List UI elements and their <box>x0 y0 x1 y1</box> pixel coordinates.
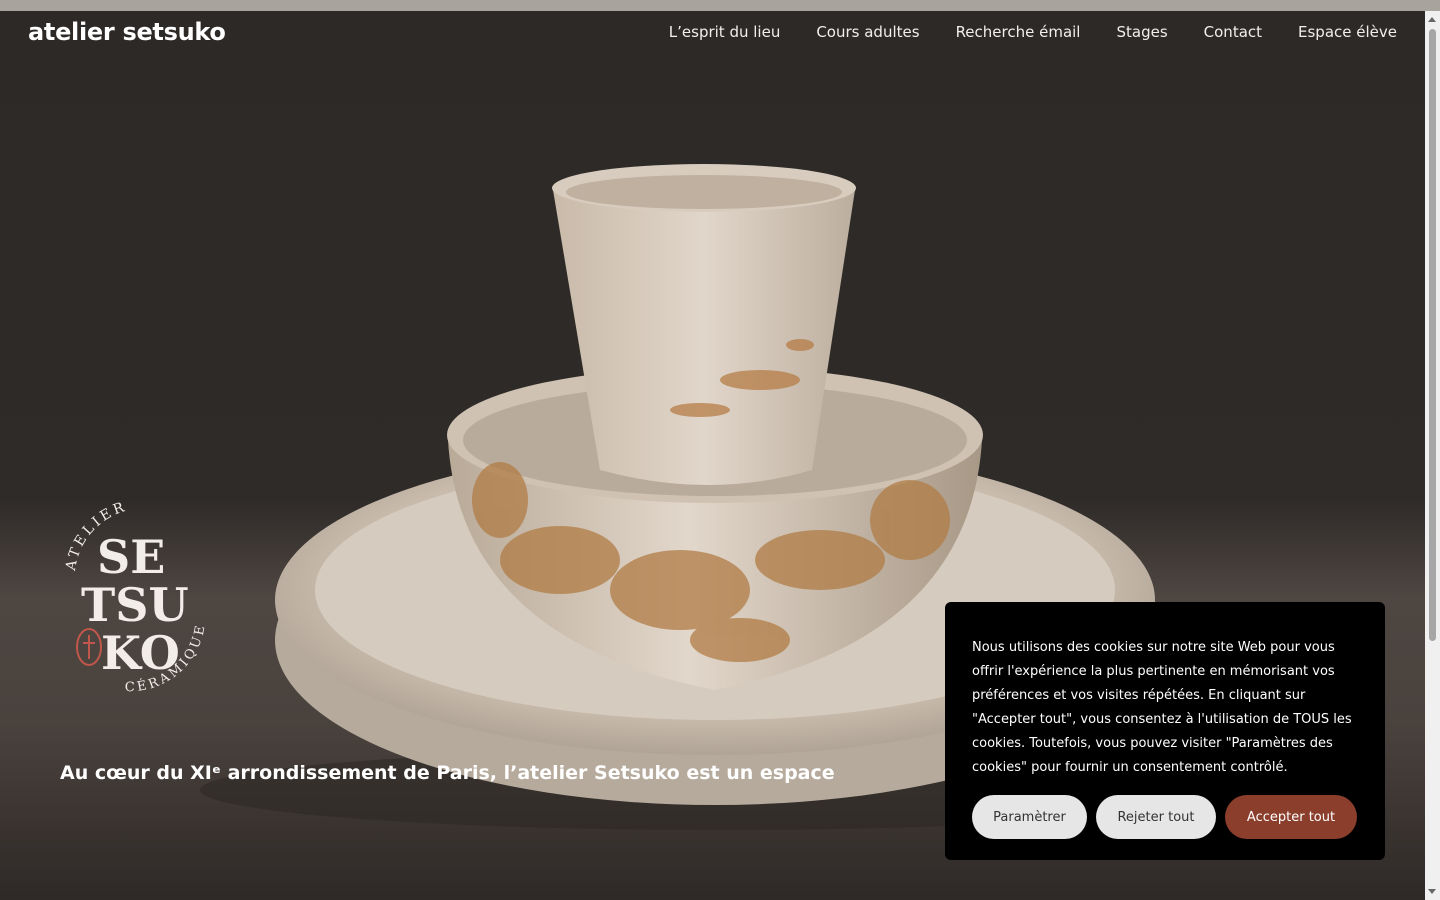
nav-link-espace-eleve[interactable]: Espace élève <box>1298 23 1397 41</box>
cookie-consent-text: Nous utilisons des cookies sur notre sit… <box>972 640 1352 775</box>
nav-link-recherche-email[interactable]: Recherche émail <box>956 23 1081 41</box>
cookie-accept-all-button[interactable]: Accepter tout <box>1225 795 1357 839</box>
brand-logo-text[interactable]: atelier setsuko <box>28 18 226 46</box>
scroll-down-arrow-icon[interactable] <box>1428 889 1436 894</box>
site-header: atelier setsuko L’esprit du lieu Cours a… <box>0 11 1425 55</box>
cookie-button-group: Paramètrer Rejeter tout Accepter tout <box>972 795 1357 839</box>
cookie-consent-banner: Nous utilisons des cookies sur notre sit… <box>945 602 1385 860</box>
nav-link-stages[interactable]: Stages <box>1116 23 1167 41</box>
scrollbar-thumb[interactable] <box>1429 29 1436 641</box>
svg-text:TSU: TSU <box>81 578 189 632</box>
browser-top-strip <box>0 0 1440 11</box>
page-scrollbar[interactable] <box>1425 11 1440 900</box>
cookie-settings-button[interactable]: Paramètrer <box>972 795 1087 839</box>
svg-text:SE: SE <box>97 530 165 584</box>
scroll-up-arrow-icon[interactable] <box>1428 17 1436 22</box>
setsuko-logo: ATELIER SE TSU KO CÉRAMIQUE <box>63 499 206 696</box>
hero-intro-text: Au cœur du XIᵉ arrondissement de Paris, … <box>60 762 840 784</box>
nav-link-cours-adultes[interactable]: Cours adultes <box>816 23 919 41</box>
cookie-reject-all-button[interactable]: Rejeter tout <box>1096 795 1216 839</box>
nav-link-esprit-du-lieu[interactable]: L’esprit du lieu <box>669 23 781 41</box>
main-nav: L’esprit du lieu Cours adultes Recherche… <box>669 23 1397 41</box>
nav-link-contact[interactable]: Contact <box>1204 23 1262 41</box>
